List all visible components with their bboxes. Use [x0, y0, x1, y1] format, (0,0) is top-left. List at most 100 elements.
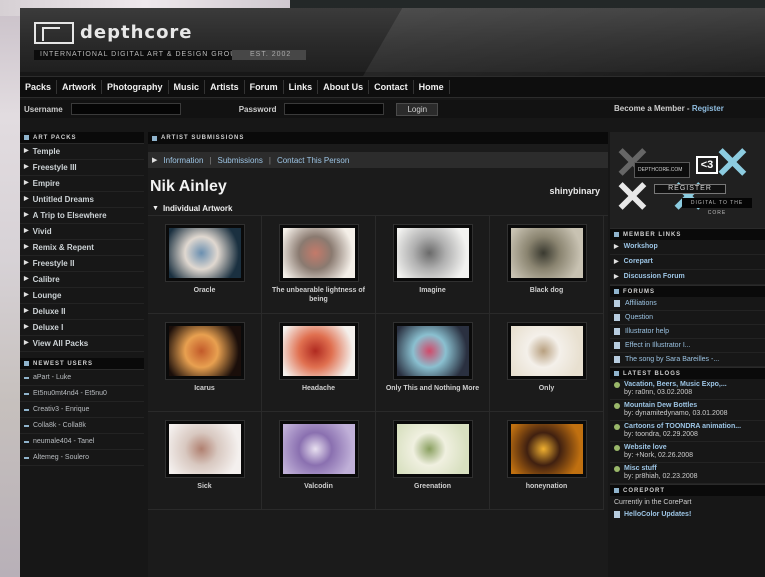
subnav-contact[interactable]: Contact This Person [277, 156, 349, 165]
nav-item-packs[interactable]: Packs [20, 80, 58, 94]
blog-title[interactable]: Misc stuff [624, 465, 698, 473]
artwork-card[interactable]: Only This and Nothing More [376, 314, 490, 412]
artwork-card[interactable]: Greenation [376, 412, 490, 510]
nav-item-links[interactable]: Links [284, 80, 319, 94]
blog-item[interactable]: Misc stuff by: pr8hiah, 02.23.2008 [610, 463, 765, 484]
blog-title[interactable]: Mountain Dew Bottles [624, 402, 728, 410]
artwork-title[interactable]: Icarus [150, 384, 259, 393]
bullet-dot-icon [614, 382, 620, 388]
artwork-thumbnail[interactable] [507, 322, 587, 380]
art-pack-item[interactable]: ▶ View All Packs [20, 336, 144, 352]
member-link-item[interactable]: ▶ Workshop [610, 240, 765, 255]
artwork-card[interactable]: Imagine [376, 216, 490, 314]
promo-register[interactable]: REGISTER [654, 184, 726, 194]
art-pack-item[interactable]: ▶ Deluxe II [20, 304, 144, 320]
register-promo-banner[interactable]: ✕ ✕ ✕ ✕ DEPTHCORE.COM <3 REGISTER DIGITA… [610, 132, 765, 228]
nav-item-contact[interactable]: Contact [369, 80, 414, 94]
newest-user-item[interactable]: neumale404 - Tanel [20, 434, 144, 450]
artwork-thumbnail[interactable] [279, 322, 359, 380]
subnav-submissions[interactable]: Submissions [218, 156, 263, 165]
username-input[interactable] [70, 103, 181, 115]
artwork-thumbnail[interactable] [165, 224, 245, 282]
password-input[interactable] [284, 103, 385, 115]
newest-user-item[interactable]: Et5nu0mt4nd4 - Et5nu0 [20, 386, 144, 402]
blog-title[interactable]: Cartoons of TOONDRA animation... [624, 423, 741, 431]
forum-item[interactable]: Question [610, 311, 765, 325]
artwork-card[interactable]: Sick [148, 412, 262, 510]
artwork-card[interactable]: Icarus [148, 314, 262, 412]
newest-user-item[interactable]: Altemeg - Soulero [20, 450, 144, 466]
art-pack-item[interactable]: ▶ Untitled Dreams [20, 192, 144, 208]
art-pack-item[interactable]: ▶ A Trip to Elsewhere [20, 208, 144, 224]
nav-item-artists[interactable]: Artists [205, 80, 245, 94]
art-pack-item[interactable]: ▶ Freestyle II [20, 256, 144, 272]
artwork-image [397, 326, 469, 376]
artwork-title[interactable]: The unbearable lightness of being [264, 286, 373, 304]
blog-title[interactable]: Website love [624, 444, 693, 452]
artwork-thumbnail[interactable] [393, 224, 473, 282]
nav-item-home[interactable]: Home [414, 80, 450, 94]
artwork-thumbnail[interactable] [279, 420, 359, 478]
art-pack-item[interactable]: ▶ Lounge [20, 288, 144, 304]
forum-item[interactable]: The song by Sara Bareilles -... [610, 353, 765, 367]
artist-username[interactable]: shinybinary [549, 186, 600, 196]
artwork-title[interactable]: Oracle [150, 286, 259, 295]
forum-item[interactable]: Affiliations [610, 297, 765, 311]
art-pack-item[interactable]: ▶ Empire [20, 176, 144, 192]
artwork-card[interactable]: honeynation [490, 412, 604, 510]
art-pack-item[interactable]: ▶ Remix & Repent [20, 240, 144, 256]
artwork-thumbnail[interactable] [393, 420, 473, 478]
art-pack-item[interactable]: ▶ Calibre [20, 272, 144, 288]
logo-text[interactable]: depthcore [80, 22, 193, 43]
nav-item-artwork[interactable]: Artwork [57, 80, 103, 94]
artwork-title[interactable]: Greenation [378, 482, 487, 491]
nav-item-forum[interactable]: Forum [245, 80, 284, 94]
newest-user-item[interactable]: Colla8k - Colla8k [20, 418, 144, 434]
artwork-thumbnail[interactable] [393, 322, 473, 380]
blog-title[interactable]: Vacation, Beers, Music Expo,... [624, 381, 727, 389]
artwork-thumbnail[interactable] [507, 224, 587, 282]
artwork-title[interactable]: Imagine [378, 286, 487, 295]
blog-item[interactable]: Mountain Dew Bottles by: dynamitedynamo, … [610, 400, 765, 421]
artwork-card[interactable]: Oracle [148, 216, 262, 314]
nav-item-about-us[interactable]: About Us [318, 80, 370, 94]
newest-user-item[interactable]: Creativ3 - Enrique [20, 402, 144, 418]
artwork-title[interactable]: Valcodin [264, 482, 373, 491]
nav-item-music[interactable]: Music [169, 80, 206, 94]
artwork-thumbnail[interactable] [165, 420, 245, 478]
art-pack-item[interactable]: ▶ Temple [20, 144, 144, 160]
artwork-thumbnail[interactable] [279, 224, 359, 282]
member-link-item[interactable]: ▶ Corepart [610, 255, 765, 270]
artwork-title[interactable]: Headache [264, 384, 373, 393]
artwork-thumbnail[interactable] [507, 420, 587, 478]
newest-user-label: Colla8k - Colla8k [33, 422, 86, 429]
blog-item[interactable]: Vacation, Beers, Music Expo,... by: ra0nn… [610, 379, 765, 400]
art-pack-item[interactable]: ▶ Vivid [20, 224, 144, 240]
subnav-information[interactable]: Information [163, 156, 203, 165]
artwork-title[interactable]: Black dog [492, 286, 601, 295]
login-button[interactable]: Login [396, 102, 439, 116]
logo-icon[interactable] [34, 22, 74, 44]
art-pack-item[interactable]: ▶ Freestyle III [20, 160, 144, 176]
artwork-title[interactable]: honeynation [492, 482, 601, 491]
corepart-item[interactable]: HelloColor Updates! [610, 509, 765, 520]
artwork-title[interactable]: Sick [150, 482, 259, 491]
individual-artwork-header[interactable]: ▼ Individual Artwork [148, 202, 608, 216]
nav-item-photography[interactable]: Photography [102, 80, 169, 94]
artwork-title[interactable]: Only [492, 384, 601, 393]
artwork-card[interactable]: Valcodin [262, 412, 376, 510]
blog-item[interactable]: Cartoons of TOONDRA animation... by: toon… [610, 421, 765, 442]
art-pack-item[interactable]: ▶ Deluxe I [20, 320, 144, 336]
artwork-thumbnail[interactable] [165, 322, 245, 380]
forum-item[interactable]: Effect in Illustrator I... [610, 339, 765, 353]
newest-user-item[interactable]: aPart - Luke [20, 370, 144, 386]
artwork-card[interactable]: Only [490, 314, 604, 412]
forum-item[interactable]: Illustrator help [610, 325, 765, 339]
artwork-card[interactable]: The unbearable lightness of being [262, 216, 376, 314]
artwork-title[interactable]: Only This and Nothing More [378, 384, 487, 393]
artwork-card[interactable]: Headache [262, 314, 376, 412]
artwork-card[interactable]: Black dog [490, 216, 604, 314]
member-link-item[interactable]: ▶ Discussion Forum [610, 270, 765, 285]
register-link[interactable]: Register [692, 104, 724, 113]
blog-item[interactable]: Website love by: +Nork, 02.26.2008 [610, 442, 765, 463]
